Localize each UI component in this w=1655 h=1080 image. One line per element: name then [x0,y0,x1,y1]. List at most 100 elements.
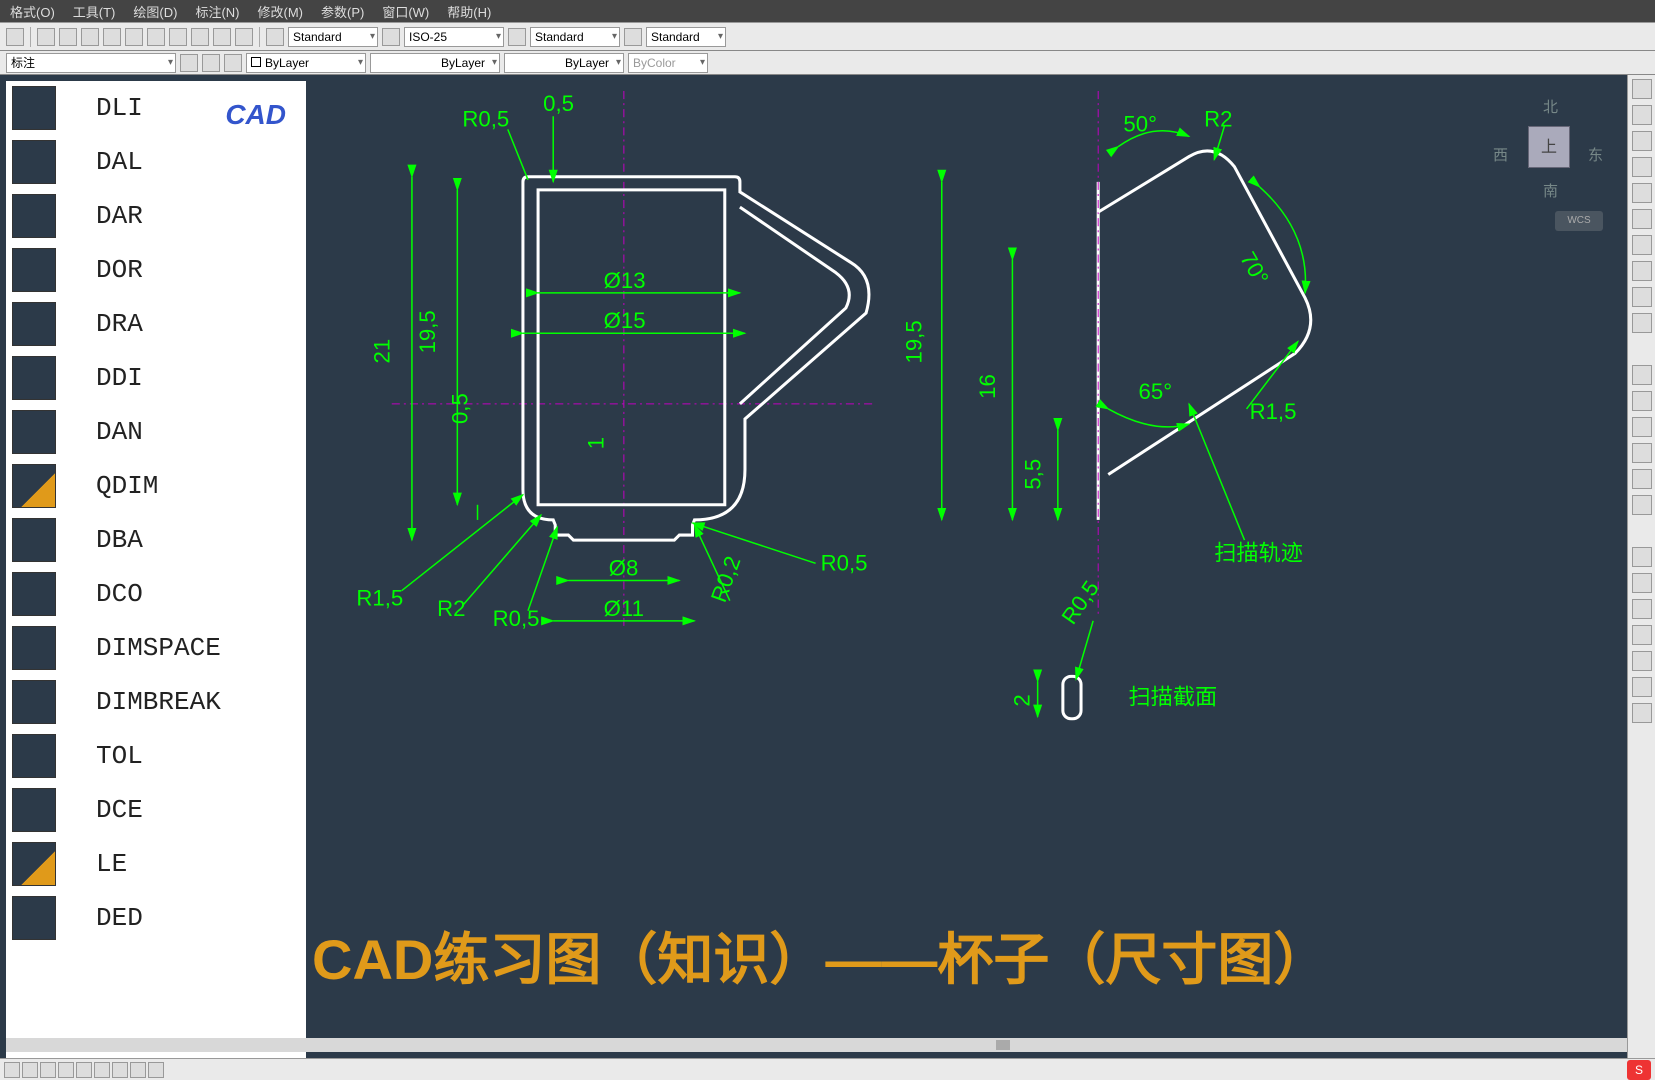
cmd-label: DAL [96,147,143,177]
cmd-label: DED [96,903,143,933]
rtool-icon[interactable] [1632,703,1652,723]
svg-text:65°: 65° [1139,379,1173,404]
tool-icon[interactable] [81,28,99,46]
tool-icon[interactable] [6,28,24,46]
ime-icon[interactable]: S [1627,1060,1651,1080]
panel-row[interactable]: QDIM [6,459,306,513]
svg-text:16: 16 [975,374,1000,399]
svg-text:R0,5: R0,5 [493,606,540,631]
tool-icon[interactable] [191,28,209,46]
rtool-icon[interactable] [1632,235,1652,255]
rtool-icon[interactable] [1632,105,1652,125]
panel-row[interactable]: DDI [6,351,306,405]
panel-row[interactable]: DED [6,891,306,945]
rtool-icon[interactable] [1632,183,1652,203]
panel-row[interactable]: DBA [6,513,306,567]
table-style[interactable]: Standard [530,27,620,47]
rtool-icon[interactable] [1632,287,1652,307]
rtool-icon[interactable] [1632,599,1652,619]
rtool-icon[interactable] [1632,495,1652,515]
color-dd[interactable]: ByLayer [246,53,366,73]
plot-dd[interactable]: ByColor [628,53,708,73]
rtool-icon[interactable] [1632,417,1652,437]
m2[interactable]: 工具(T) [73,2,116,21]
m1[interactable]: 格式(O) [10,2,55,21]
cmd-label: DOR [96,255,143,285]
dim-style[interactable]: ISO-25 [404,27,504,47]
tool-icon[interactable] [169,28,187,46]
tool-icon[interactable] [103,28,121,46]
rtool-icon[interactable] [1632,261,1652,281]
rtool-icon[interactable] [1632,365,1652,385]
tool-icon[interactable] [37,28,55,46]
rtool-icon[interactable] [1632,469,1652,489]
panel-row[interactable]: DAR [6,189,306,243]
rtool-icon[interactable] [1632,547,1652,567]
svg-text:50°: 50° [1123,111,1157,136]
panel-row[interactable]: DAN [6,405,306,459]
sb-icon[interactable] [130,1062,146,1078]
m4[interactable]: 标注(N) [195,2,239,21]
rtool-icon[interactable] [1632,209,1652,229]
sb-icon[interactable] [40,1062,56,1078]
tool-icon[interactable] [147,28,165,46]
panel-row[interactable]: DIMBREAK [6,675,306,729]
tool-icon[interactable] [508,28,526,46]
rtool-icon[interactable] [1632,313,1652,333]
ltype-dd[interactable]: ByLayer [370,53,500,73]
tool-icon[interactable] [213,28,231,46]
svg-text:5,5: 5,5 [1021,459,1046,490]
svg-text:70°: 70° [1235,248,1273,290]
tool-icon[interactable] [235,28,253,46]
m6[interactable]: 参数(P) [321,2,364,21]
cmd-label: LE [96,849,127,879]
svg-text:扫描截面: 扫描截面 [1128,685,1217,710]
panel-row[interactable]: TOL [6,729,306,783]
tool-icon[interactable] [180,54,198,72]
panel-row[interactable]: DRA [6,297,306,351]
rtool-icon[interactable] [1632,131,1652,151]
rtool-icon[interactable] [1632,651,1652,671]
sb-icon[interactable] [112,1062,128,1078]
tool-icon[interactable] [202,54,220,72]
m5[interactable]: 修改(M) [257,2,303,21]
rtool-icon[interactable] [1632,157,1652,177]
rtool-icon[interactable] [1632,391,1652,411]
m3[interactable]: 绘图(D) [133,2,177,21]
ml-style[interactable]: Standard [646,27,726,47]
cmd-label: DDI [96,363,143,393]
m7[interactable]: 窗口(W) [382,2,429,21]
panel-row[interactable]: DOR [6,243,306,297]
tool-icon[interactable] [624,28,642,46]
panel-row[interactable]: DCE [6,783,306,837]
dim-icon [12,572,56,616]
tool-icon[interactable] [382,28,400,46]
sb-icon[interactable] [4,1062,20,1078]
panel-row[interactable]: LE [6,837,306,891]
panel-row[interactable]: DCO [6,567,306,621]
sb-icon[interactable] [148,1062,164,1078]
text-style[interactable]: Standard [288,27,378,47]
panel-row[interactable]: DAL [6,135,306,189]
layer-dd[interactable]: 标注 [6,53,176,73]
lweight-dd[interactable]: ByLayer [504,53,624,73]
rtool-icon[interactable] [1632,443,1652,463]
sb-icon[interactable] [76,1062,92,1078]
tool-icon[interactable] [224,54,242,72]
rtool-icon[interactable] [1632,79,1652,99]
drawing: 21 19,5 R0,5 0,5 Ø13 Ø15 0,5 1 Ø8 Ø11 R1… [311,91,1623,939]
sb-icon[interactable] [22,1062,38,1078]
dim-icon [12,248,56,292]
rtool-icon[interactable] [1632,677,1652,697]
sb-icon[interactable] [58,1062,74,1078]
tool-icon[interactable] [125,28,143,46]
tool-icon[interactable] [59,28,77,46]
sb-icon[interactable] [94,1062,110,1078]
m8[interactable]: 帮助(H) [447,2,491,21]
tool-icon[interactable] [266,28,284,46]
canvas[interactable]: CAD DLIDALDARDORDRADDIDANQDIMDBADCODIMSP… [6,81,1633,1036]
rtool-icon[interactable] [1632,625,1652,645]
panel-row[interactable]: DIMSPACE [6,621,306,675]
rtool-icon[interactable] [1632,573,1652,593]
h-scrollbar[interactable] [6,1038,1633,1052]
